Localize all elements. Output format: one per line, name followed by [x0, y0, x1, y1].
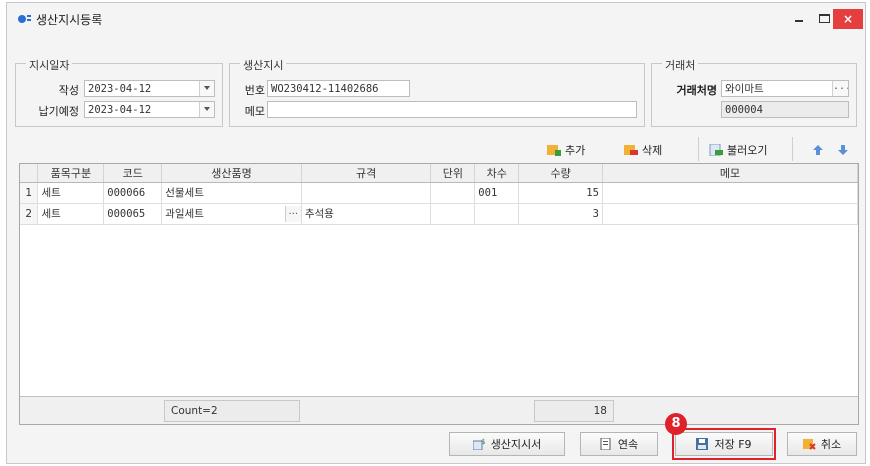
document-icon: $ — [472, 438, 485, 450]
column-header[interactable]: 규격 — [301, 164, 432, 183]
add-button[interactable]: 추가 — [547, 139, 585, 161]
grid-header-row: 품목구분 코드 생산품명 규격 단위 차수 수량 메모 — [20, 164, 858, 183]
qty-cell[interactable]: 15 — [518, 182, 603, 204]
production-sheet-label: 생산지시서 — [490, 438, 542, 451]
created-date-label: 작성 — [58, 84, 79, 97]
product-cell[interactable]: 과일세트 ... — [161, 203, 302, 225]
continuous-label: 연속 — [617, 438, 639, 451]
order-date-group-title: 지시일자 — [26, 57, 73, 73]
due-date-field[interactable]: 2023-04-12 — [84, 101, 215, 118]
production-order-group-title: 생산지시 — [240, 57, 287, 73]
production-order-window: 생산지시등록 × 지시일자 작성 2023-04-12 납기예정 2023-04… — [6, 2, 866, 464]
cancel-icon — [802, 439, 816, 450]
memo-label: 메모 — [244, 105, 265, 118]
cancel-button[interactable]: 취소 — [787, 432, 857, 456]
step-badge: 8 — [665, 413, 687, 435]
product-ellipsis-button[interactable]: ... — [284, 205, 301, 222]
column-header[interactable]: 수량 — [518, 164, 603, 183]
continuous-button[interactable]: 연속 — [580, 432, 658, 456]
column-header[interactable]: 품목구분 — [37, 164, 105, 183]
category-cell[interactable]: 세트 — [37, 182, 105, 204]
cancel-label: 취소 — [820, 438, 842, 451]
created-date-field[interactable]: 2023-04-12 — [84, 80, 215, 97]
delete-icon — [624, 145, 638, 155]
row-count: Count=2 — [164, 400, 300, 422]
continuous-icon — [600, 438, 611, 450]
toolbar-separator — [792, 137, 793, 161]
close-button[interactable]: × — [833, 9, 863, 29]
memo-cell[interactable] — [602, 182, 858, 204]
client-code-value: 000004 — [725, 104, 763, 116]
product-grid[interactable]: 품목구분 코드 생산품명 규격 단위 차수 수량 메모 1 세트 000066 … — [19, 163, 859, 425]
maximize-button[interactable] — [818, 11, 830, 23]
load-icon — [709, 144, 723, 156]
spec-cell[interactable]: 추석용 — [301, 203, 432, 225]
created-date-value: 2023-04-12 — [88, 83, 152, 95]
add-label: 추가 — [565, 144, 586, 157]
title-bar: 생산지시등록 × — [7, 3, 865, 33]
window-title: 생산지시등록 — [36, 13, 103, 27]
row-number: 2 — [20, 203, 39, 225]
due-date-value: 2023-04-12 — [88, 104, 152, 116]
client-name-label: 거래처명 — [676, 84, 717, 97]
column-header[interactable]: 메모 — [602, 164, 858, 183]
category-cell[interactable]: 세트 — [37, 203, 105, 225]
spec-cell[interactable] — [301, 182, 432, 204]
product-cell[interactable]: 선물세트 — [161, 182, 302, 204]
save-button-highlight — [672, 428, 776, 460]
client-code-field: 000004 — [721, 101, 849, 118]
client-group-title: 거래처 — [662, 57, 699, 73]
add-icon — [547, 145, 561, 156]
memo-field[interactable] — [267, 101, 637, 118]
toolbar-separator — [698, 137, 699, 161]
seq-cell[interactable] — [474, 203, 520, 225]
table-row[interactable]: 1 세트 000066 선물세트 001 15 — [20, 182, 858, 204]
column-header[interactable]: 생산품명 — [161, 164, 302, 183]
order-number-label: 번호 — [244, 84, 265, 97]
unit-cell[interactable] — [430, 203, 476, 225]
minimize-button[interactable] — [793, 12, 805, 24]
arrow-up-icon[interactable] — [812, 144, 824, 156]
delete-label: 삭제 — [642, 144, 663, 157]
code-cell[interactable]: 000065 — [103, 203, 163, 225]
unit-cell[interactable] — [430, 182, 476, 204]
memo-cell[interactable] — [602, 203, 858, 225]
order-number-value: WO230412-11402686 — [271, 83, 379, 95]
grid-footer: Count=2 18 — [20, 396, 858, 424]
svg-text:$: $ — [481, 438, 485, 446]
column-header[interactable]: 코드 — [103, 164, 163, 183]
load-button[interactable]: 불러오기 — [709, 139, 767, 161]
code-cell[interactable]: 000066 — [103, 182, 163, 204]
app-icon — [18, 15, 31, 23]
client-name-field[interactable]: 와이마트 ... — [721, 80, 849, 97]
delete-button[interactable]: 삭제 — [624, 139, 662, 161]
column-header[interactable]: 차수 — [474, 164, 520, 183]
order-number-field[interactable]: WO230412-11402686 — [267, 80, 410, 97]
due-date-label: 납기예정 — [38, 105, 79, 118]
column-header[interactable]: 단위 — [430, 164, 476, 183]
row-number-header — [20, 164, 39, 183]
search-ellipsis-button[interactable]: ... — [832, 81, 848, 96]
client-name-value: 와이마트 — [725, 83, 764, 95]
product-table: 품목구분 코드 생산품명 규격 단위 차수 수량 메모 1 세트 000066 … — [20, 164, 858, 225]
load-label: 불러오기 — [727, 144, 768, 157]
arrow-down-icon[interactable] — [837, 144, 849, 156]
seq-cell[interactable]: 001 — [474, 182, 520, 204]
product-value: 과일세트 — [165, 208, 204, 220]
qty-total: 18 — [534, 400, 614, 422]
chevron-down-icon[interactable] — [199, 102, 214, 117]
qty-cell[interactable]: 3 — [518, 203, 603, 225]
row-number: 1 — [20, 182, 39, 204]
table-row[interactable]: 2 세트 000065 과일세트 ... 추석용 3 — [20, 203, 858, 225]
production-sheet-button[interactable]: $ 생산지시서 — [449, 432, 565, 456]
chevron-down-icon[interactable] — [199, 81, 214, 96]
